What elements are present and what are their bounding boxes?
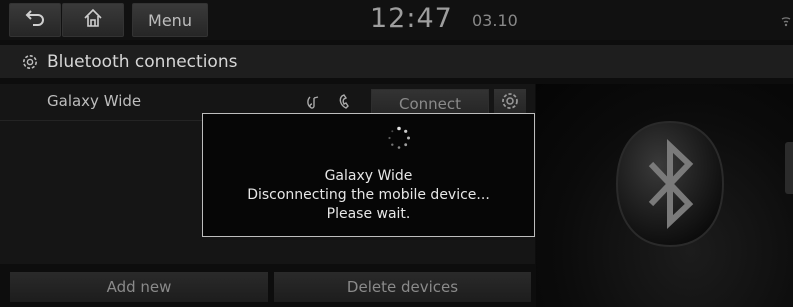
- device-name: Galaxy Wide: [47, 92, 142, 110]
- page-header: Bluetooth connections: [0, 45, 793, 78]
- add-new-button[interactable]: Add new: [10, 272, 268, 302]
- clock-time: 12:47: [370, 3, 453, 34]
- loading-spinner-icon: [387, 126, 411, 154]
- dialog-wait-text: Please wait.: [326, 206, 411, 222]
- side-handle[interactable]: [785, 142, 793, 194]
- date: 03.10: [472, 11, 518, 30]
- device-settings-button[interactable]: [494, 89, 526, 116]
- disconnect-dialog: Galaxy Wide Disconnecting the mobile dev…: [202, 113, 535, 237]
- menu-button[interactable]: Menu: [132, 3, 208, 37]
- dialog-message: Disconnecting the mobile device...: [247, 187, 490, 203]
- phone-icon: [338, 93, 354, 115]
- top-bar: Menu 12:47 03.10: [0, 0, 793, 40]
- gear-icon: [21, 53, 39, 71]
- dialog-device-name: Galaxy Wide: [324, 168, 413, 184]
- bluetooth-graphic: [536, 84, 793, 307]
- delete-devices-button[interactable]: Delete devices: [274, 272, 531, 302]
- back-arrow-icon: [25, 9, 45, 31]
- home-button[interactable]: [62, 3, 124, 37]
- gear-icon: [500, 91, 520, 115]
- home-icon: [83, 8, 103, 32]
- back-button[interactable]: [9, 3, 61, 37]
- bluetooth-audio-icon: [306, 94, 328, 114]
- page-title: Bluetooth connections: [47, 51, 238, 72]
- wifi-icon: [781, 12, 791, 31]
- bluetooth-logo-icon: [611, 120, 729, 254]
